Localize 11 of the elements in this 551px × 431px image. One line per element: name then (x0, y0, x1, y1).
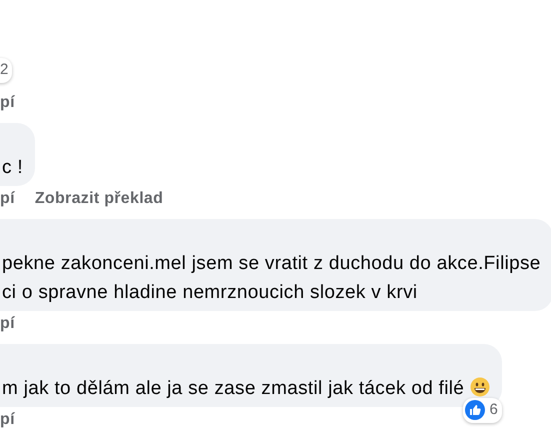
comment-text: pekne zakonceni.mel jsem se vratit z duchodu do akce.Filipse (2, 252, 541, 276)
comment-text: ci o spravne hladine nemrznoucich slozek v krvi (2, 280, 418, 304)
action-link[interactable]: pí (0, 316, 15, 332)
action-link[interactable]: pí (0, 412, 15, 428)
reaction-count[interactable]: 2 (0, 58, 12, 82)
action-link[interactable]: pí (0, 94, 15, 110)
reaction-count[interactable]: 6 (463, 398, 502, 422)
action-link[interactable]: Zobrazit překlad (34, 190, 164, 206)
comment-text: c ! (2, 156, 23, 180)
action-link[interactable]: pí (0, 190, 15, 206)
like-icon (465, 400, 486, 420)
